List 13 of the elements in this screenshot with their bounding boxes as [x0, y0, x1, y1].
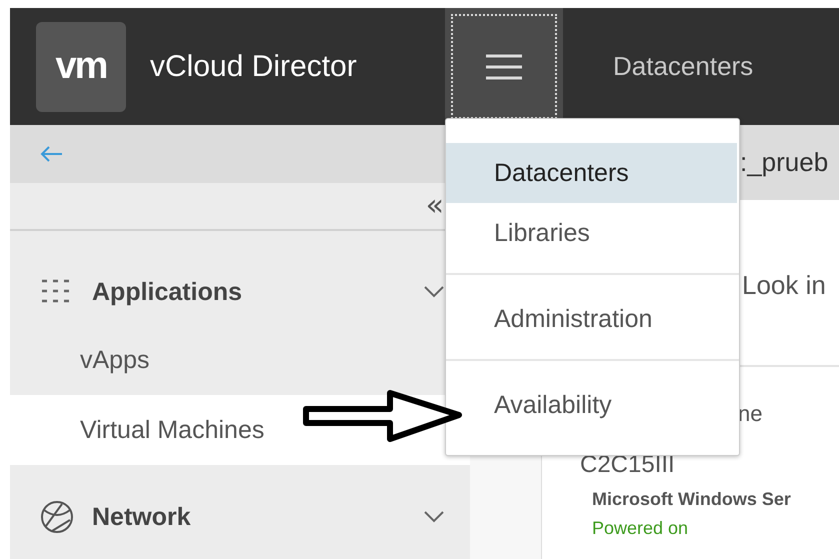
menu-item[interactable]: Datacenters — [446, 143, 737, 203]
menu-icon — [486, 52, 522, 80]
vm-logo: vm — [36, 22, 126, 112]
vm-status: Powered on — [591, 518, 690, 539]
nav-group-header[interactable]: Network — [10, 465, 470, 559]
page-title: :_prueb — [740, 147, 828, 178]
globe-icon — [40, 500, 74, 534]
nav-link[interactable]: Datacenters — [613, 51, 754, 82]
chevron-down-icon — [424, 511, 444, 523]
chevron-down-icon — [424, 286, 444, 298]
filter-label: Look in — [742, 270, 826, 300]
app-title: vCloud Director — [150, 50, 358, 84]
vm-os: Microsoft Windows Ser — [591, 489, 792, 510]
